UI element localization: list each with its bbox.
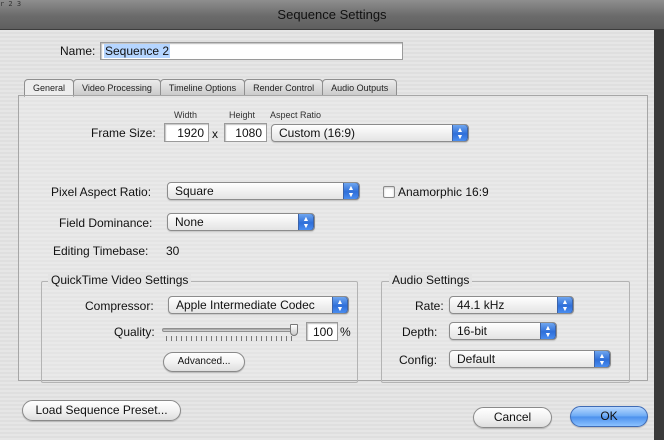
config-value: Default [457,352,496,366]
depth-label: Depth: [402,325,438,339]
load-sequence-preset-button[interactable]: Load Sequence Preset... [22,400,181,421]
aspect-ratio-caption: Aspect Ratio [270,110,322,120]
updown-arrows-icon: ▲ ▼ [594,351,610,367]
quality-slider-track[interactable] [162,328,298,332]
field-dominance-label: Field Dominance: [59,216,153,230]
tab-bar: General Video Processing Timeline Option… [24,79,398,97]
cancel-button[interactable]: Cancel [473,407,552,428]
rate-value: 44.1 kHz [457,298,505,312]
tab-render-control[interactable]: Render Control [244,79,324,96]
aspect-ratio-value: Custom (16:9) [279,126,356,140]
tab-audio-outputs[interactable]: Audio Outputs [322,79,398,96]
audio-group-title: Audio Settings [389,273,473,287]
compressor-label: Compressor: [85,299,154,313]
quality-label: Quality: [114,325,155,339]
frame-height-field[interactable]: 1080 [224,123,267,142]
depth-popup[interactable]: 16-bit ▲ ▼ [449,322,557,340]
sequence-name-value: Sequence 2 [104,44,171,58]
field-dominance-popup[interactable]: None ▲ ▼ [167,213,315,231]
updown-arrows-icon: ▲ ▼ [298,214,314,230]
frame-size-separator: x [212,127,218,141]
height-caption: Height [229,110,256,120]
general-panel: Width Height Aspect Ratio Frame Size: 19… [18,95,648,383]
frame-size-label: Frame Size: [91,126,156,140]
window-title: Sequence Settings [277,7,387,22]
updown-arrows-icon: ▲ ▼ [332,297,348,313]
ok-button[interactable]: OK [570,406,648,427]
depth-value: 16-bit [457,324,488,338]
tab-video-processing[interactable]: Video Processing [73,79,161,96]
editing-timebase-label: Editing Timebase: [53,244,149,258]
updown-arrows-icon: ▲ ▼ [452,125,468,141]
compressor-popup[interactable]: Apple Intermediate Codec ▲ ▼ [168,296,349,314]
quality-slider-ticks [166,336,296,341]
field-dominance-value: None [175,215,204,229]
quality-value-field[interactable]: 100 [306,322,338,341]
title-bar: r 2 3 Sequence Settings [0,0,664,30]
rate-label: Rate: [415,299,444,313]
anamorphic-checkbox[interactable] [383,186,395,198]
sequence-settings-window: Name: Sequence 2 General Video Processin… [0,30,664,440]
updown-arrows-icon: ▲ ▼ [343,183,359,199]
editing-timebase-value: 30 [166,244,180,258]
tab-timeline-options[interactable]: Timeline Options [159,79,246,96]
config-popup[interactable]: Default ▲ ▼ [449,350,611,368]
quicktime-group-title: QuickTime Video Settings [48,273,192,287]
aspect-ratio-popup[interactable]: Custom (16:9) ▲ ▼ [271,124,469,142]
name-label: Name: [60,44,96,58]
sequence-name-field[interactable]: Sequence 2 [100,42,403,60]
frame-width-field[interactable]: 1920 [164,123,209,142]
width-caption: Width [174,110,198,120]
advanced-button[interactable]: Advanced... [163,352,245,372]
pixel-aspect-popup[interactable]: Square ▲ ▼ [167,182,360,200]
updown-arrows-icon: ▲ ▼ [557,297,573,313]
pixel-aspect-value: Square [175,184,214,198]
config-label: Config: [399,353,438,367]
window-edge [654,30,664,440]
rate-popup[interactable]: 44.1 kHz ▲ ▼ [449,296,574,314]
anamorphic-label: Anamorphic 16:9 [398,185,489,199]
pixel-aspect-label: Pixel Aspect Ratio: [51,185,152,199]
compressor-value: Apple Intermediate Codec [176,298,315,312]
quality-unit: % [340,325,351,339]
slider-thumb-icon[interactable] [290,324,298,336]
updown-arrows-icon: ▲ ▼ [540,323,556,339]
